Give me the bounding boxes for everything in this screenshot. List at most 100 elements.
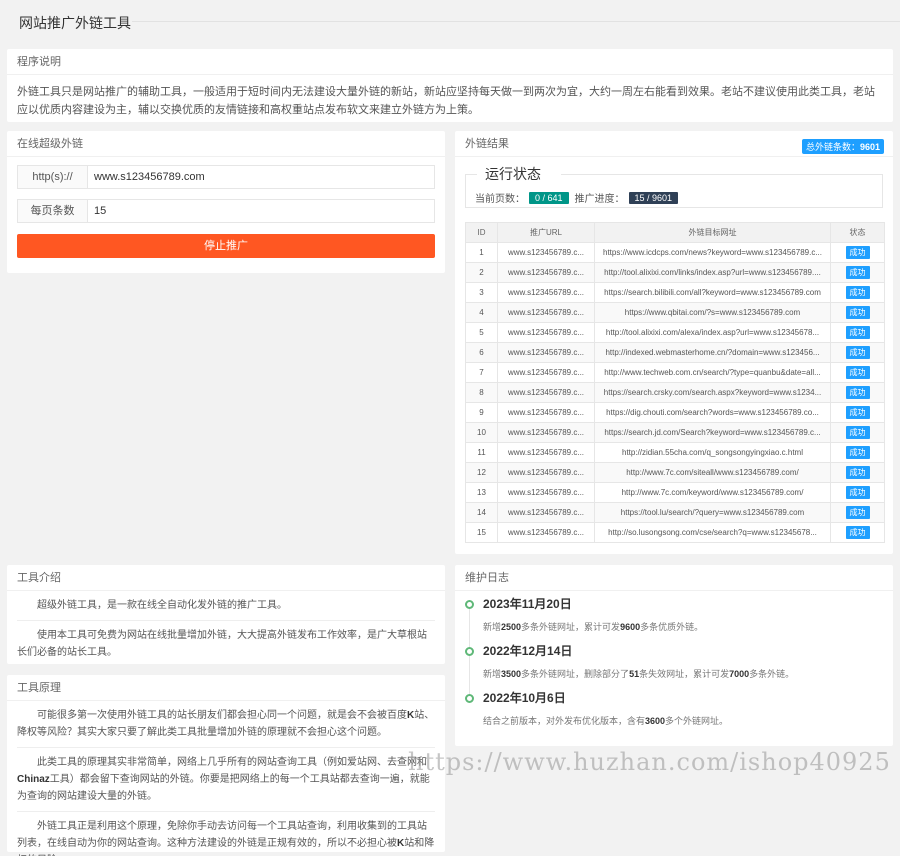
- status-success-badge[interactable]: 成功: [845, 306, 870, 319]
- table-row: 2 www.s123456789.c... http://tool.alixixi.…: [465, 262, 885, 283]
- principle-paragraph: 可能很多第一次使用外链工具的站长朋友们都会担心同一个问题，就是会不会被百度K站、…: [17, 701, 435, 748]
- table-row: 5 www.s123456789.c... http://tool.alixixi.…: [465, 322, 885, 343]
- status-success-badge[interactable]: 成功: [845, 346, 870, 359]
- changelog-text: 多条外链网址，删除部分了: [521, 669, 630, 679]
- row-target-url: http://www.7c.com/keyword/www.s123456789…: [594, 482, 831, 503]
- row-id: 15: [465, 522, 498, 543]
- row-target-url: http://tool.alixixi.com/alexa/index.asp?…: [594, 322, 831, 343]
- row-status-cell: 成功: [830, 302, 885, 323]
- protocol-label: http(s)://: [18, 166, 88, 188]
- row-status-cell: 成功: [830, 522, 885, 543]
- row-status-cell: 成功: [830, 482, 885, 503]
- status-success-badge[interactable]: 成功: [845, 486, 870, 499]
- column-header-target: 外链目标网址: [594, 222, 831, 243]
- table-row: 4 www.s123456789.c... https://www.qbitai.c…: [465, 302, 885, 323]
- row-promo-url: www.s123456789.c...: [497, 382, 595, 403]
- changelog-item: 2023年11月20日 新增2500多条外链网址，累计可发9600多条优质外链。: [465, 595, 883, 647]
- row-id: 6: [465, 342, 498, 363]
- row-id: 10: [465, 422, 498, 443]
- status-row: 当前页数： 0 / 641 推广进度： 15 / 9601: [475, 190, 684, 205]
- row-status-cell: 成功: [830, 322, 885, 343]
- table-row: 3 www.s123456789.c... https://search.bilib…: [465, 282, 885, 303]
- row-target-url: https://search.bilibili.com/all?keyword=…: [594, 282, 831, 303]
- per-page-row: 每页条数: [17, 199, 435, 223]
- url-input[interactable]: [88, 166, 434, 188]
- table-row: 12 www.s123456789.c... http://www.7c.com/s…: [465, 462, 885, 483]
- links-table: ID 推广URL 外链目标网址 状态 1 www.s123456789.c... h…: [465, 222, 885, 543]
- row-status-cell: 成功: [830, 442, 885, 463]
- status-success-badge[interactable]: 成功: [845, 266, 870, 279]
- status-success-badge[interactable]: 成功: [845, 526, 870, 539]
- principle-text: 外链工具正是利用这个原理，免除你手动去访问每一个工具站查询，利用收集到的工具站列…: [17, 821, 427, 849]
- link-form-heading: 在线超级外链: [7, 131, 445, 157]
- total-links-label: 总外链条数：: [805, 142, 860, 152]
- table-row: 13 www.s123456789.c... http://www.7c.com/k…: [465, 482, 885, 503]
- column-header-url: 推广URL: [497, 222, 595, 243]
- changelog-text: 多条外链网址，累计可发: [521, 622, 621, 632]
- stop-promotion-button[interactable]: 停止推广: [17, 234, 435, 258]
- table-row: 1 www.s123456789.c... https://www.icdcps.c…: [465, 242, 885, 263]
- row-id: 11: [465, 442, 498, 463]
- status-success-badge[interactable]: 成功: [845, 286, 870, 299]
- row-status-cell: 成功: [830, 262, 885, 283]
- row-id: 12: [465, 462, 498, 483]
- row-id: 5: [465, 322, 498, 343]
- total-links-value: 9601: [859, 142, 880, 152]
- status-success-badge[interactable]: 成功: [845, 386, 870, 399]
- status-success-badge[interactable]: 成功: [845, 246, 870, 259]
- principle-heading: 工具原理: [7, 675, 445, 701]
- principle-text: 此类工具的原理其实非常简单，网络上几乎所有的网站查询工具（例如爱站网、去查网和: [37, 757, 427, 768]
- changelog-number: 3500: [501, 669, 522, 679]
- status-success-badge[interactable]: 成功: [845, 466, 870, 479]
- tool-intro-paragraph: 超级外链工具，是一款在线全自动化发外链的推广工具。: [17, 591, 435, 621]
- status-success-badge[interactable]: 成功: [845, 366, 870, 379]
- row-target-url: https://tool.lu/search/?query=www.s12345…: [594, 502, 831, 523]
- changelog-number: 9600: [620, 622, 641, 632]
- status-success-badge[interactable]: 成功: [845, 506, 870, 519]
- changelog-number: 51: [629, 669, 640, 679]
- table-row: 6 www.s123456789.c... http://indexed.webma…: [465, 342, 885, 363]
- watermark: https://www.huzhan.com/ishop40925: [408, 748, 891, 776]
- table-row: 15 www.s123456789.c... http://so.lusongson…: [465, 522, 885, 543]
- current-page-label: 当前页数：: [475, 194, 525, 205]
- row-promo-url: www.s123456789.c...: [497, 422, 595, 443]
- total-links-badge: 总外链条数：9601: [801, 139, 884, 154]
- status-success-badge[interactable]: 成功: [845, 446, 870, 459]
- row-status-cell: 成功: [830, 242, 885, 263]
- principle-paragraph: 外链工具正是利用这个原理，免除你手动去访问每一个工具站查询，利用收集到的工具站列…: [17, 812, 435, 856]
- column-header-id: ID: [465, 222, 498, 243]
- tool-intro-card: 工具介绍 超级外链工具，是一款在线全自动化发外链的推广工具。 使用本工具可免费为…: [7, 565, 445, 664]
- row-target-url: https://search.crsky.com/search.aspx?key…: [594, 382, 831, 403]
- per-page-input[interactable]: [88, 200, 434, 222]
- changelog-date: 2022年12月14日: [483, 644, 573, 658]
- changelog-heading: 维护日志: [455, 565, 893, 591]
- changelog-text: 条失效网址，累计可发: [639, 669, 730, 679]
- table-header-row: ID 推广URL 外链目标网址 状态: [465, 222, 885, 243]
- changelog-desc: 结合之前版本，对外发布优化版本，含有3600多个外链网址。: [483, 714, 883, 727]
- status-success-badge[interactable]: 成功: [845, 426, 870, 439]
- changelog-date: 2023年11月20日: [483, 597, 572, 611]
- row-id: 8: [465, 382, 498, 403]
- changelog-text: 新增: [483, 622, 502, 632]
- url-row: http(s)://: [17, 165, 435, 189]
- header-divider: [132, 21, 900, 22]
- status-success-badge[interactable]: 成功: [845, 406, 870, 419]
- changelog-item: 2022年10月6日 结合之前版本，对外发布优化版本，含有3600多个外链网址。: [465, 689, 883, 736]
- row-target-url: https://www.qbitai.com/?s=www.s123456789…: [594, 302, 831, 323]
- column-header-status: 状态: [830, 222, 885, 243]
- row-target-url: http://www.techweb.com.cn/search/?type=q…: [594, 362, 831, 383]
- row-promo-url: www.s123456789.c...: [497, 482, 595, 503]
- row-status-cell: 成功: [830, 402, 885, 423]
- principle-paragraph: 此类工具的原理其实非常简单，网络上几乎所有的网站查询工具（例如爱站网、去查网和 C…: [17, 748, 435, 812]
- intro-heading: 程序说明: [7, 49, 893, 75]
- intro-text: 外链工具只是网站推广的辅助工具，一般适用于短时间内无法建设大量外链的新站，新站应…: [17, 86, 875, 116]
- row-promo-url: www.s123456789.c...: [497, 522, 595, 543]
- changelog-item: 2022年12月14日 新增3500多条外链网址，删除部分了51条失效网址，累计…: [465, 642, 883, 694]
- row-status-cell: 成功: [830, 422, 885, 443]
- row-promo-url: www.s123456789.c...: [497, 362, 595, 383]
- row-promo-url: www.s123456789.c...: [497, 242, 595, 263]
- row-promo-url: www.s123456789.c...: [497, 262, 595, 283]
- status-success-badge[interactable]: 成功: [845, 326, 870, 339]
- changelog-text: 多条优质外链。: [640, 622, 704, 632]
- changelog-desc: 新增3500多条外链网址，删除部分了51条失效网址，累计可发7000多条外链。: [483, 667, 883, 680]
